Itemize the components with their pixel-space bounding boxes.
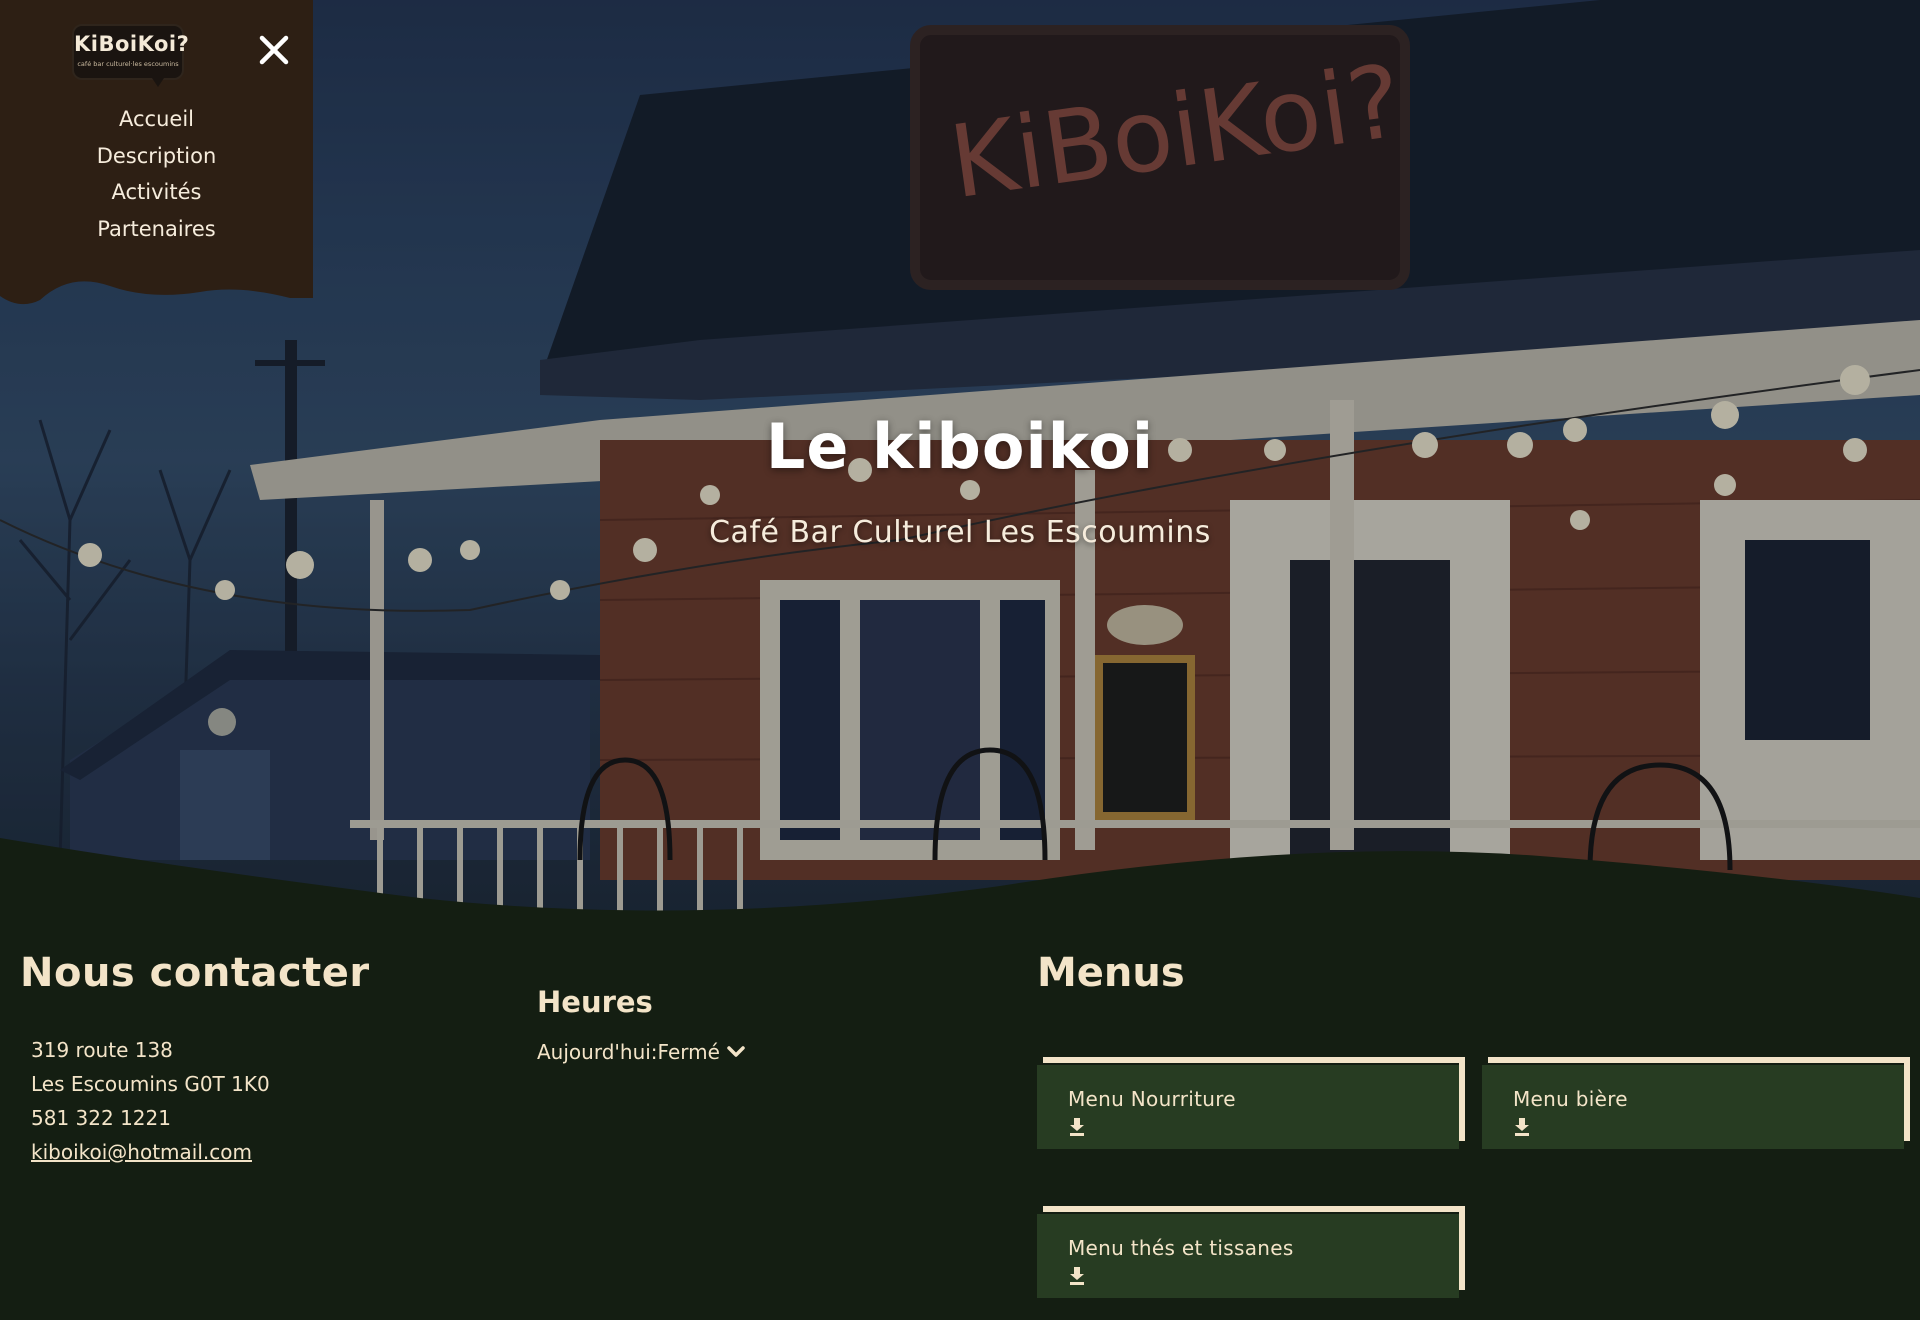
- hours-heading: Heures: [537, 985, 653, 1019]
- hours-today-label: Aujourd'hui:: [537, 1040, 658, 1064]
- logo-subtext: café bar culturel·les escoumins: [77, 60, 179, 68]
- side-menu: KiBoiKoi? café bar culturel·les escoumin…: [0, 0, 313, 306]
- close-icon: [259, 35, 289, 65]
- logo-text: KiBoiKoi?: [74, 32, 190, 56]
- email-link[interactable]: kiboikoi@hotmail.com: [31, 1140, 252, 1164]
- address-line-1: 319 route 138: [31, 1038, 173, 1062]
- hours-today-status: Fermé: [657, 1040, 720, 1064]
- contact-heading: Nous contacter: [20, 950, 370, 996]
- nav-item-activites[interactable]: Activités: [0, 177, 313, 214]
- chevron-down-icon: [727, 1046, 745, 1057]
- nav-item-description[interactable]: Description: [0, 141, 313, 178]
- menu-card-nourriture[interactable]: Menu Nourriture: [1037, 1057, 1465, 1149]
- download-icon: [1070, 1118, 1084, 1136]
- phone-number: 581 322 1221: [31, 1106, 171, 1130]
- download-icon: [1070, 1267, 1084, 1285]
- brand-logo[interactable]: KiBoiKoi? café bar culturel·les escoumin…: [72, 24, 190, 87]
- contact-details: 319 route 138 Les Escoumins G0T 1K0 581 …: [31, 1037, 270, 1173]
- close-menu-button[interactable]: [256, 32, 292, 68]
- nav-item-accueil[interactable]: Accueil: [0, 104, 313, 141]
- section-wave-divider: [0, 838, 1920, 928]
- menus-heading: Menus: [1037, 950, 1185, 996]
- nav-list: Accueil Description Activités Partenaire…: [0, 104, 313, 250]
- menu-card-label: Menu thés et tissanes: [1068, 1236, 1294, 1260]
- menu-card-biere[interactable]: Menu bière: [1482, 1057, 1910, 1149]
- address-line-2: Les Escoumins G0T 1K0: [31, 1072, 270, 1096]
- menu-card-label: Menu bière: [1513, 1087, 1628, 1111]
- hero-subtitle: Café Bar Culturel Les Escoumins: [709, 515, 1211, 550]
- nav-item-partenaires[interactable]: Partenaires: [0, 214, 313, 251]
- hero-title: Le kiboikoi: [765, 410, 1155, 483]
- download-icon: [1515, 1118, 1529, 1136]
- hours-today-toggle[interactable]: Aujourd'hui: Fermé: [537, 1040, 746, 1064]
- menu-card-thes[interactable]: Menu thés et tissanes: [1037, 1206, 1465, 1298]
- menu-card-label: Menu Nourriture: [1068, 1087, 1236, 1111]
- logo-speech-tail: [152, 78, 164, 87]
